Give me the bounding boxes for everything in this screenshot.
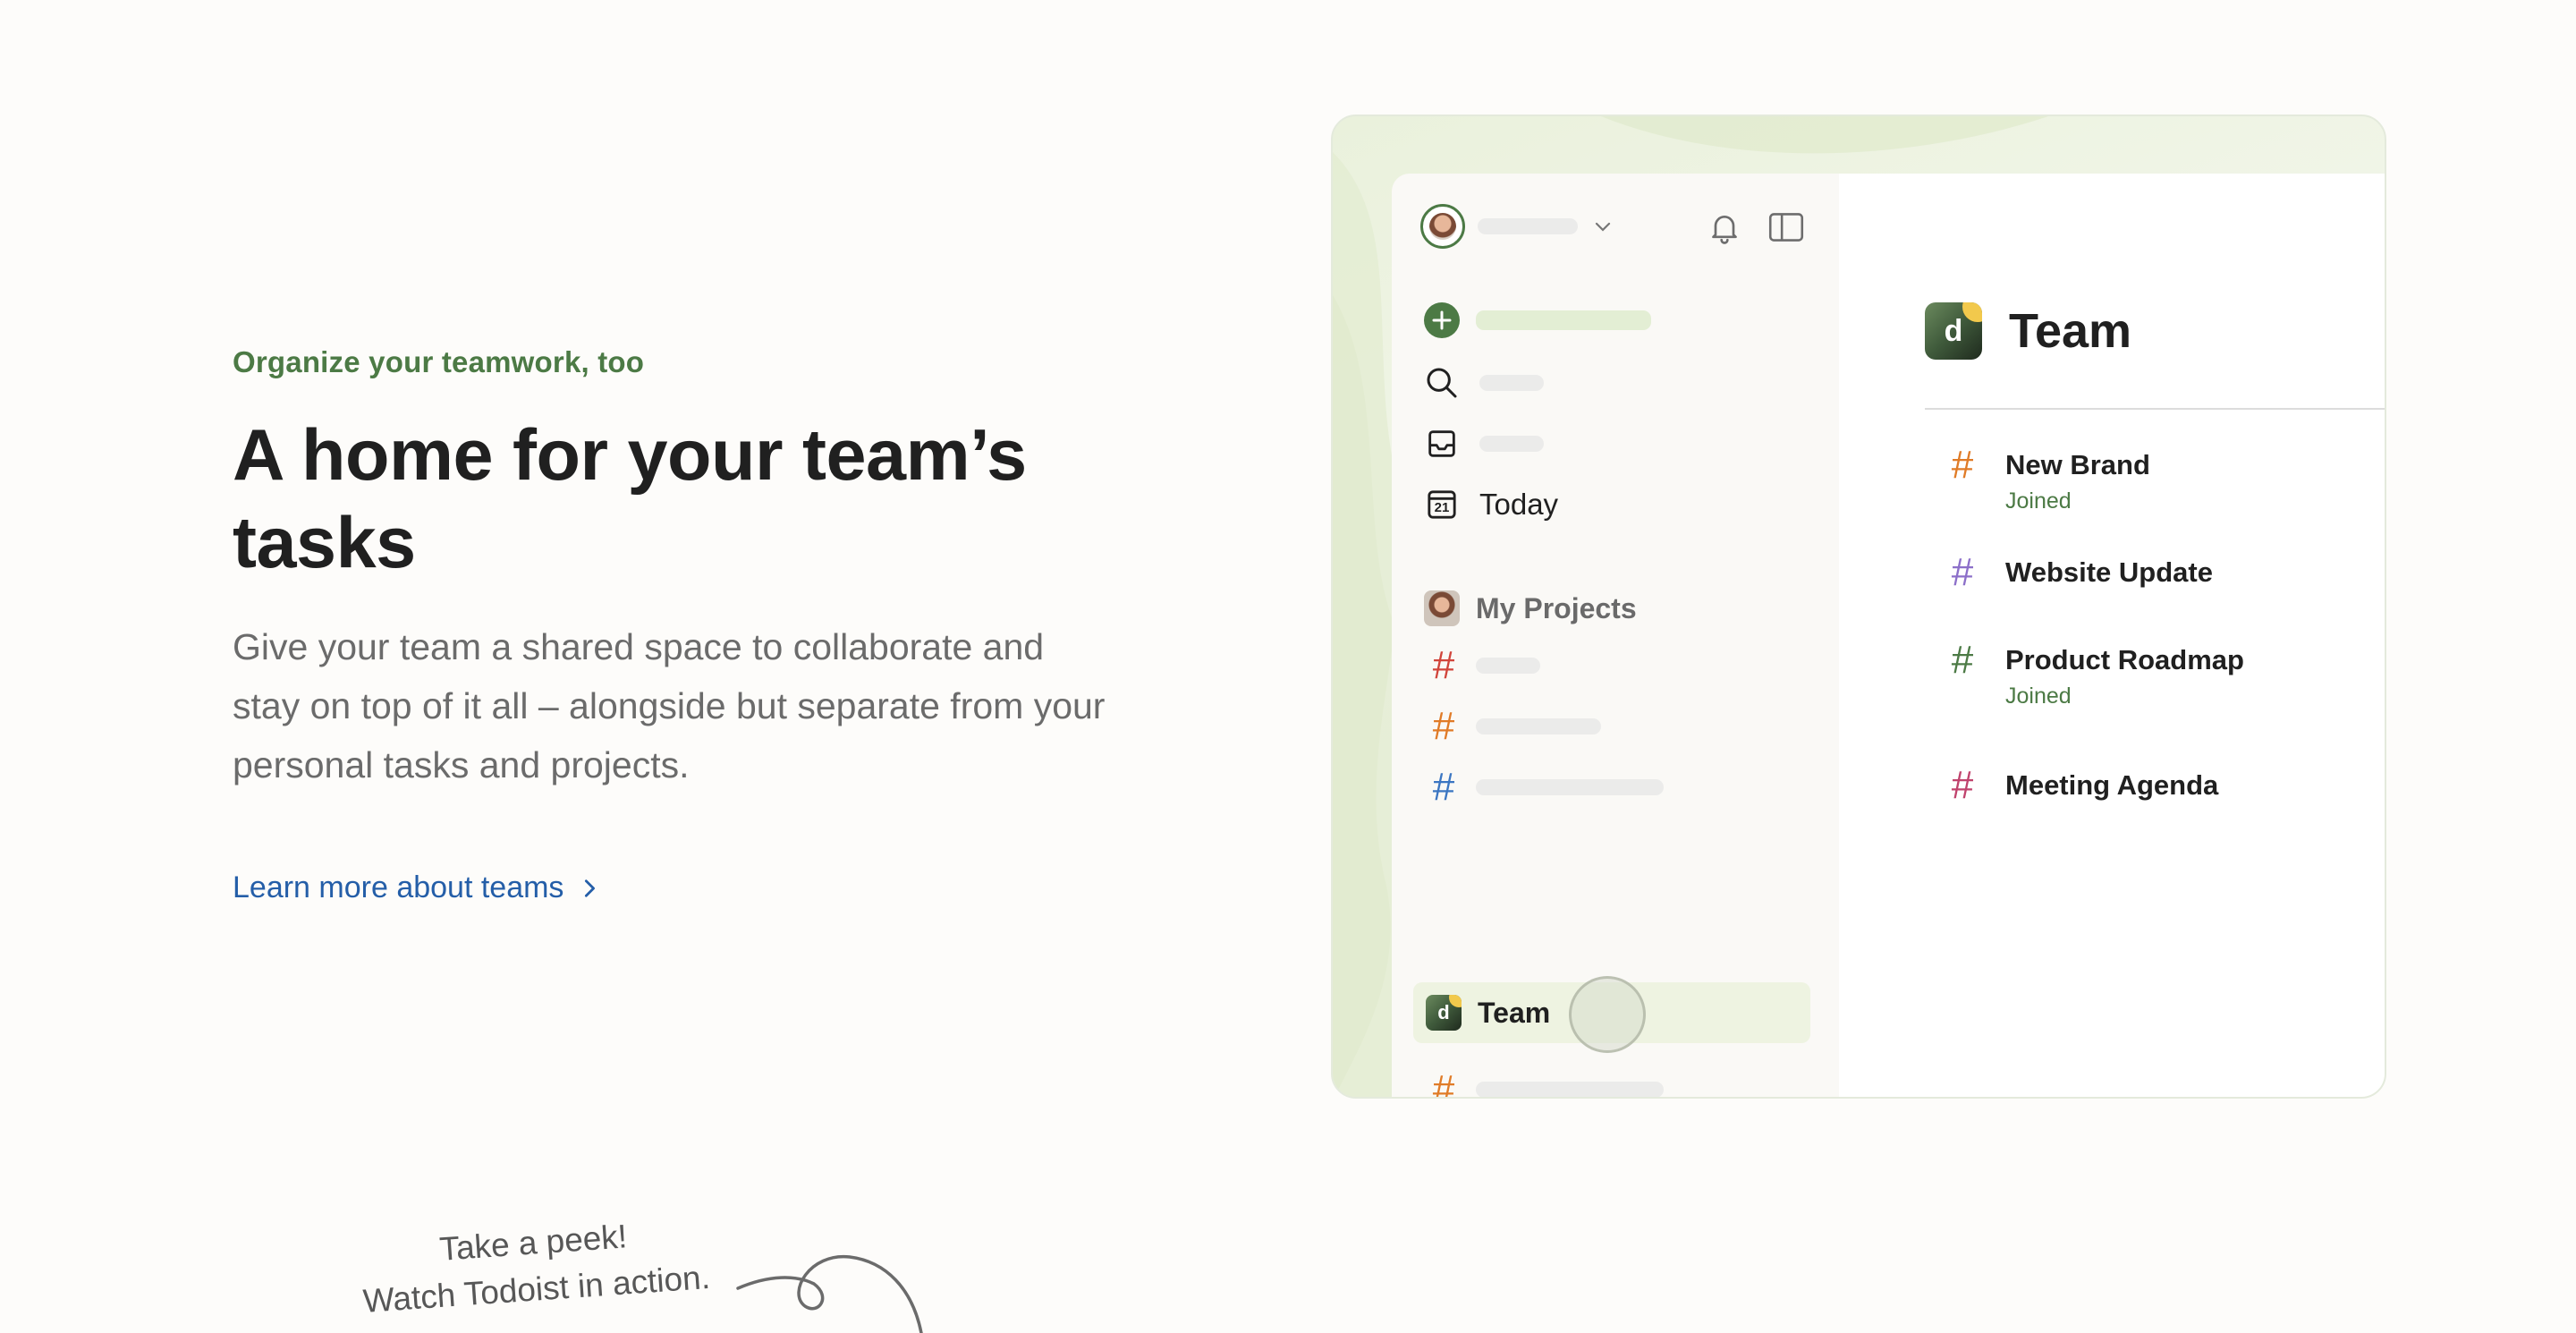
- sidebar-toggle-icon[interactable]: [1767, 209, 1805, 245]
- header-divider: [1925, 408, 2385, 410]
- project-name: Meeting Agenda: [2005, 769, 2219, 801]
- team-logo-icon: d: [1426, 995, 1462, 1031]
- team-project-item[interactable]: # Meeting Agenda: [1943, 763, 2219, 807]
- sidebar-project-item[interactable]: #: [1424, 646, 1540, 685]
- search-placeholder: [1479, 375, 1544, 391]
- hash-icon: #: [1432, 765, 1455, 809]
- project-name: Product Roadmap: [2005, 644, 2244, 675]
- feature-description: Give your team a shared space to collabo…: [233, 626, 1106, 785]
- feature-headline: A home for your team’s tasks: [233, 415, 1027, 583]
- inbox-icon: [1428, 430, 1455, 457]
- eyebrow-text: Organize your teamwork, too: [233, 345, 645, 378]
- hash-icon: #: [1432, 1067, 1455, 1099]
- hash-icon: #: [1951, 638, 1974, 682]
- user-avatar-square: [1424, 590, 1460, 626]
- project-name-placeholder: [1476, 658, 1540, 674]
- my-projects-header[interactable]: My Projects: [1424, 590, 1637, 626]
- calendar-date: 21: [1434, 500, 1450, 515]
- hash-icon: #: [1951, 550, 1974, 594]
- account-switcher[interactable]: [1420, 204, 1614, 249]
- learn-more-teams-link[interactable]: Learn more about teams: [233, 870, 599, 905]
- sidebar-project-item[interactable]: #: [1424, 1067, 1664, 1099]
- hash-icon: #: [1432, 704, 1455, 748]
- add-task-button[interactable]: [1424, 302, 1651, 338]
- teams-feature-copy: Organize your teamwork, too A home for y…: [233, 345, 1127, 905]
- team-project-item[interactable]: # New Brand Joined: [1943, 443, 2150, 514]
- project-name: New Brand: [2005, 449, 2150, 480]
- learn-more-label: Learn more about teams: [233, 870, 564, 904]
- hash-icon: #: [1951, 763, 1974, 807]
- hash-icon: #: [1432, 643, 1455, 687]
- bell-icon[interactable]: [1707, 209, 1742, 245]
- today-nav-item[interactable]: 21 Today: [1424, 487, 1558, 522]
- curly-arrow-icon: [736, 1254, 923, 1333]
- hash-icon: #: [1951, 443, 1974, 487]
- my-projects-label: My Projects: [1476, 591, 1637, 624]
- joined-status: Joined: [2005, 683, 2072, 709]
- account-name-placeholder: [1478, 218, 1578, 234]
- team-view: d Team # New Brand Joined # Website Upda…: [1839, 174, 2385, 1097]
- add-task-placeholder: [1476, 310, 1651, 330]
- project-name-placeholder: [1476, 1082, 1664, 1097]
- search-nav-item[interactable]: [1424, 365, 1544, 401]
- calendar-icon: 21: [1424, 487, 1460, 522]
- pointer-indicator: [1569, 976, 1646, 1053]
- project-name: Website Update: [2005, 556, 2213, 588]
- sidebar-project-item[interactable]: #: [1424, 768, 1664, 807]
- avatar: [1420, 204, 1465, 249]
- sidebar-project-item[interactable]: #: [1424, 707, 1601, 746]
- chevron-down-icon: [1595, 222, 1611, 232]
- plus-circle-icon: [1424, 302, 1460, 338]
- inbox-nav-item[interactable]: [1424, 426, 1544, 462]
- team-label: Team: [1478, 996, 1551, 1029]
- app-preview-frame: 21 Today My Projects # # # d Team # d Te…: [1331, 115, 2386, 1099]
- project-name-placeholder: [1476, 779, 1664, 795]
- search-icon: [1427, 368, 1457, 398]
- team-title: Team: [2009, 304, 2132, 358]
- peek-annotation[interactable]: Take a peek! Watch Todoist in action.: [322, 1205, 748, 1328]
- chevron-right-icon: [585, 879, 596, 897]
- sidebar: 21 Today My Projects # # # d Team #: [1392, 174, 1839, 1099]
- team-project-item[interactable]: # Website Update: [1943, 550, 2213, 594]
- joined-status: Joined: [2005, 488, 2072, 514]
- today-label: Today: [1479, 488, 1559, 521]
- team-project-item[interactable]: # Product Roadmap Joined: [1943, 638, 2244, 709]
- inbox-placeholder: [1479, 436, 1544, 452]
- team-header: d Team: [1925, 302, 2131, 360]
- project-name-placeholder: [1476, 718, 1601, 734]
- team-logo-icon: d: [1925, 302, 1982, 360]
